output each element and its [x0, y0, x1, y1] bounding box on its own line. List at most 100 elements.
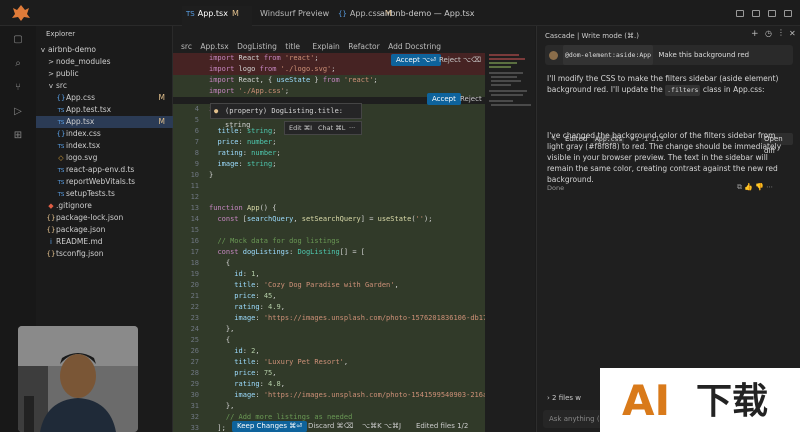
tree-label: index.css — [66, 129, 101, 138]
tree-file-gitignore[interactable]: ◆ .gitignore — [36, 200, 173, 212]
accept-diff-button[interactable]: Accept ⌥⏎ — [391, 54, 442, 66]
explain-button[interactable]: Explain — [312, 42, 339, 51]
lightbulb-icon[interactable]: ● — [214, 104, 218, 118]
tree-file-react-app-env[interactable]: TS react-app-env.d.ts — [36, 164, 173, 176]
edited-files-counter[interactable]: Edited files 1/2 — [416, 422, 468, 430]
thumbs-down-icon[interactable]: 👎 — [755, 183, 764, 191]
files-icon[interactable]: ▢ — [12, 34, 24, 46]
json-file-icon: {} — [46, 214, 56, 222]
hover-tooltip: ● (property) DogListing.title: string — [210, 103, 362, 129]
explorer-title: Explorer — [46, 30, 76, 38]
more-icon[interactable]: ⋮ — [777, 28, 785, 37]
assistant-reply-1: I'll modify the CSS to make the filters … — [547, 73, 793, 96]
tree-file-index-tsx[interactable]: TS index.tsx — [36, 140, 173, 152]
more-actions[interactable]: ··· — [349, 122, 355, 134]
layout-customize-icon[interactable] — [784, 10, 792, 17]
diff-review-bar: Keep Changes ⌘⏎ Discard ⌘⌫ ⌥⌘K ⌥⌘J Edite… — [230, 421, 480, 432]
layout-sidebar-right-icon[interactable] — [768, 10, 776, 17]
add-docstring-button[interactable]: Add Docstring — [388, 42, 441, 51]
extensions-icon[interactable]: ⊞ — [12, 130, 24, 142]
tree-file-app-test-tsx[interactable]: TS App.test.tsx — [36, 104, 173, 116]
code-line: import React, { useState } from 'react'; — [173, 75, 535, 86]
tree-file-package-lock[interactable]: {}package-lock.json — [36, 212, 173, 224]
search-icon[interactable]: ⌕ — [12, 58, 24, 70]
tree-label: src — [56, 81, 67, 90]
diff-nav-shortcuts[interactable]: ⌥⌘K ⌥⌘J — [362, 422, 401, 430]
history-icon[interactable]: ◷ — [765, 29, 772, 38]
thumbs-up-icon[interactable]: 👍 — [744, 183, 753, 191]
tree-file-package-json[interactable]: {}package.json — [36, 224, 173, 236]
tree-label: reportWebVitals.ts — [66, 177, 136, 186]
minimap-line — [491, 76, 517, 78]
minimap-line — [489, 72, 523, 74]
more-icon[interactable]: ⋯ — [766, 183, 773, 191]
close-icon[interactable]: ✕ — [789, 29, 796, 38]
reject-block-button[interactable]: Reject — [460, 93, 482, 105]
code-line: 20 title: 'Cozy Dog Paradise with Garden… — [173, 280, 535, 291]
code-line: 25 { — [173, 335, 535, 346]
user-message-text: Make this background red — [658, 51, 750, 59]
tab-app-tsx[interactable]: TS App.tsx M — [182, 6, 252, 26]
tree-file-index-css[interactable]: {}index.css — [36, 128, 173, 140]
watermark-ai: AI — [622, 376, 671, 425]
watermark-cn: 下载 — [696, 381, 769, 422]
app-logo-icon — [10, 4, 32, 22]
code-line: 16 // Mock data for dog listings — [173, 236, 535, 247]
code-line: 8 rating: number; — [173, 148, 535, 159]
tree-root-folder[interactable]: v airbnb-demo — [36, 44, 173, 56]
code-line: 21 price: 45, — [173, 291, 535, 302]
files-changed-summary[interactable]: › 2 files w — [547, 394, 581, 402]
tree-label: App.css — [66, 93, 95, 102]
code-line: 27 title: 'Luxury Pet Resort', — [173, 357, 535, 368]
add-icon[interactable]: + — [751, 29, 759, 39]
reject-diff-button[interactable]: Reject ⌥⌫ — [439, 54, 481, 66]
tree-label: index.tsx — [66, 141, 101, 150]
tree-file-logo-svg[interactable]: ◇ logo.svg — [36, 152, 173, 164]
minimap-line — [489, 54, 519, 56]
edit-action[interactable]: Edit ⌘I — [289, 122, 312, 134]
run-debug-icon[interactable]: ▷ — [12, 106, 24, 118]
layout-sidebar-left-icon[interactable] — [736, 10, 744, 17]
breadcrumb-item[interactable]: DogListing — [237, 42, 277, 51]
tree-folder-src[interactable]: v src — [36, 80, 173, 92]
refactor-button[interactable]: Refactor — [348, 42, 379, 51]
minimap[interactable] — [485, 50, 535, 432]
breadcrumb-item[interactable]: src — [181, 42, 192, 51]
tree-file-setup-tests[interactable]: TS setupTests.ts — [36, 188, 173, 200]
breadcrumb-item[interactable]: App.tsx — [200, 42, 228, 51]
code-line: 31 }, — [173, 401, 535, 412]
chevron-down-icon: v — [48, 82, 54, 90]
copy-icon[interactable]: ⧉ — [737, 183, 742, 191]
tree-file-app-css[interactable]: {}App.css M — [36, 92, 173, 104]
tree-folder-public[interactable]: > public — [36, 68, 173, 80]
tree-folder-node-modules[interactable]: > node_modules — [36, 56, 173, 68]
watermark-logo: AI 下载 — [600, 368, 800, 432]
chevron-down-icon: v — [40, 46, 46, 54]
chat-action[interactable]: Chat ⌘L — [318, 122, 345, 134]
code-line: 10} — [173, 170, 535, 181]
dom-element-chip[interactable]: @dom-element:aside:App — [563, 45, 654, 65]
tree-label: node_modules — [56, 57, 111, 66]
layout-panel-icon[interactable] — [752, 10, 760, 17]
code-line: 12 — [173, 192, 535, 203]
tree-file-tsconfig[interactable]: {}tsconfig.json — [36, 248, 173, 260]
code-line: 18 { — [173, 258, 535, 269]
breadcrumb-item[interactable]: title — [285, 42, 300, 51]
code-editor[interactable]: src App.tsx DogListing title Explain Ref… — [173, 26, 535, 432]
tree-label: react-app-env.d.ts — [66, 165, 135, 174]
code-line: 30 image: 'https://images.unsplash.com/p… — [173, 390, 535, 401]
code-line: 17 const dogListings: DogListing[] = [ — [173, 247, 535, 258]
accept-block-button[interactable]: Accept — [427, 93, 461, 105]
tree-file-readme[interactable]: i README.md — [36, 236, 173, 248]
source-control-icon[interactable]: ⑂ — [12, 82, 24, 94]
css-file-icon: {} — [56, 130, 66, 138]
tab-lang: TS — [186, 10, 195, 18]
discard-button[interactable]: Discard ⌘⌫ — [308, 422, 353, 430]
tree-file-report-web-vitals[interactable]: TS reportWebVitals.ts — [36, 176, 173, 188]
keep-changes-button[interactable]: Keep Changes ⌘⏎ — [232, 421, 308, 432]
tab-windsurf-preview[interactable]: Windsurf Preview — [256, 6, 330, 26]
tree-label: tsconfig.json — [56, 249, 104, 258]
tree-file-app-tsx[interactable]: TS App.tsx M — [36, 116, 173, 128]
minimap-line — [489, 90, 527, 92]
user-message: @dom-element:aside:App Make this backgro… — [545, 45, 793, 65]
